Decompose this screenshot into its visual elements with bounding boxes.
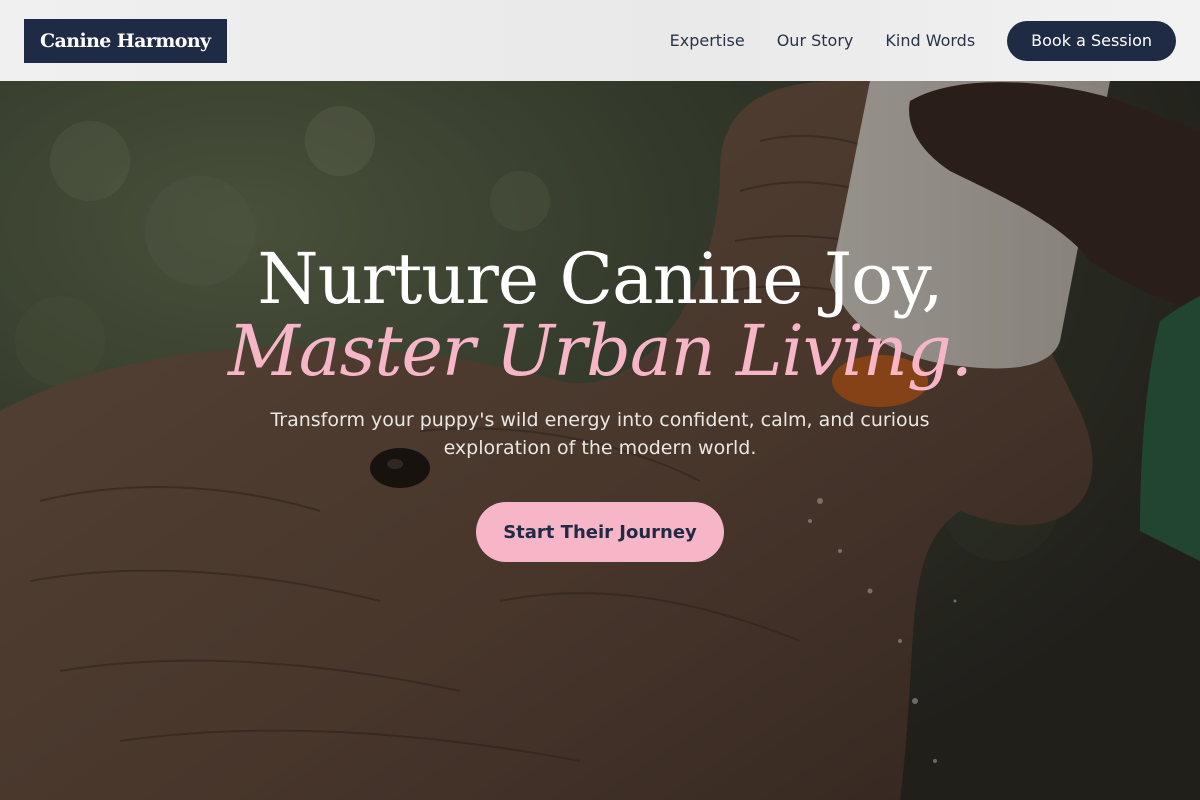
main-nav: Expertise Our Story Kind Words Book a Se… xyxy=(670,20,1176,61)
nav-link-kind-words[interactable]: Kind Words xyxy=(885,31,975,50)
hero-content: Nurture Canine Joy, Master Urban Living.… xyxy=(0,81,1200,800)
hero-section: Nurture Canine Joy, Master Urban Living.… xyxy=(0,81,1200,800)
nav-link-expertise[interactable]: Expertise xyxy=(670,31,745,50)
brand-name: Canine Harmony xyxy=(40,29,211,52)
brand-logo[interactable]: Canine Harmony xyxy=(24,18,227,63)
hero-headline-line1: Nurture Canine Joy, xyxy=(257,238,943,320)
nav-link-our-story[interactable]: Our Story xyxy=(777,31,854,50)
hero-headline-line2: Master Urban Living. xyxy=(228,310,973,392)
book-session-button[interactable]: Book a Session xyxy=(1007,20,1176,61)
hero-subtext: Transform your puppy's wild energy into … xyxy=(270,409,930,459)
start-journey-button[interactable]: Start Their Journey xyxy=(476,502,724,562)
site-header: Canine Harmony Expertise Our Story Kind … xyxy=(0,0,1200,81)
